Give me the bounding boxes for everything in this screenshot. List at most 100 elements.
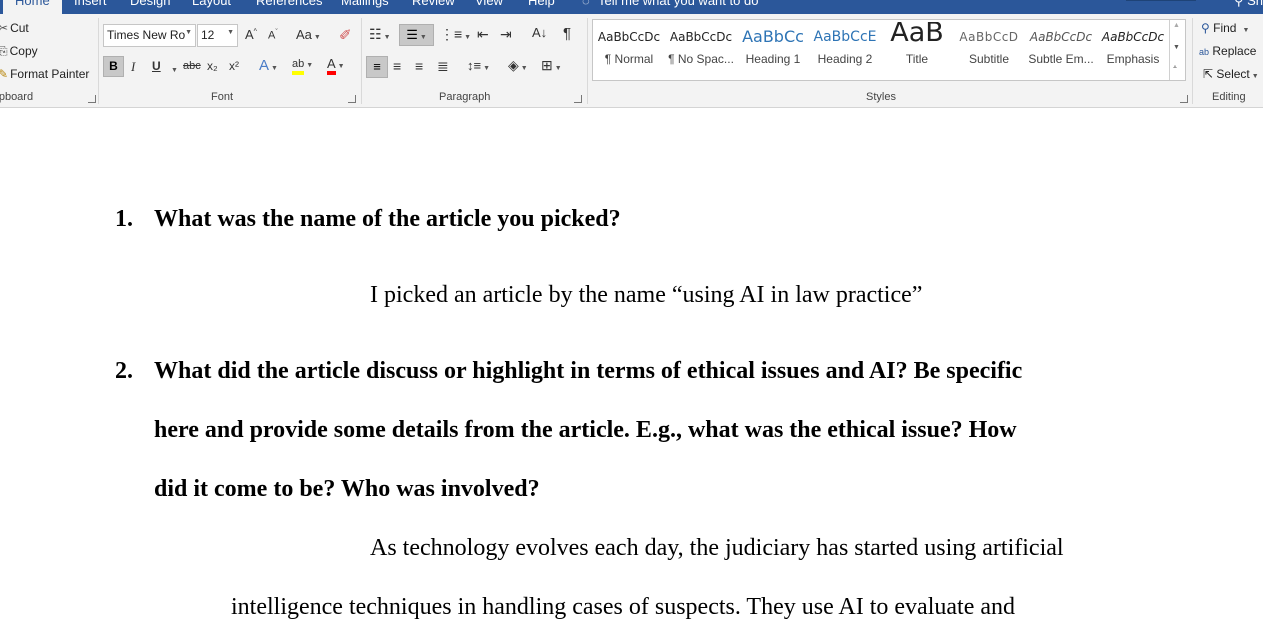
paint-bucket-icon: ◈ xyxy=(508,57,519,73)
align-center-icon: ≡ xyxy=(393,58,402,74)
tab-layout[interactable]: Layout xyxy=(192,0,231,8)
tab-help[interactable]: Help xyxy=(528,0,555,8)
show-formatting-button[interactable]: ¶ xyxy=(563,25,571,42)
style-heading-2[interactable]: AaBbCcE Heading 2 xyxy=(809,22,881,74)
text-effects-button[interactable]: A ▼ xyxy=(259,57,278,74)
tab-insert[interactable]: Insert xyxy=(74,0,107,8)
style-heading-1[interactable]: AaBbCc Heading 1 xyxy=(737,22,809,74)
style-sample: AaBbCcDc xyxy=(669,30,733,44)
borders-icon: ⊞ xyxy=(541,57,553,73)
style-name: Heading 1 xyxy=(745,52,801,66)
gallery-more-icon[interactable]: ⩡ xyxy=(1173,64,1177,72)
editing-group-label: Editing xyxy=(1212,91,1246,103)
style-subtle-emphasis[interactable]: AaBbCcDc Subtle Em... xyxy=(1025,22,1097,74)
lightbulb-icon: ◌ xyxy=(582,0,590,8)
text-effects-icon: A xyxy=(259,57,270,74)
answer-2-line-1: As technology evolves each day, the judi… xyxy=(370,535,1064,561)
underline-icon: U xyxy=(152,59,161,73)
paragraph-dialog-launcher[interactable] xyxy=(574,95,582,103)
grow-font-button[interactable]: A^ xyxy=(245,27,257,42)
italic-icon: I xyxy=(131,59,136,74)
shading-button[interactable]: ◈ ▼ xyxy=(508,57,528,74)
tab-home[interactable]: Home xyxy=(3,0,62,14)
list-number: 1. xyxy=(115,206,133,232)
tab-view[interactable]: View xyxy=(475,0,503,8)
tell-me-search[interactable]: Tell me what you want to do xyxy=(598,0,758,8)
underline-button[interactable]: U xyxy=(152,59,161,73)
font-size-select[interactable]: 12 ▼ xyxy=(197,24,238,47)
strikethrough-icon: abc xyxy=(183,60,201,72)
tab-review[interactable]: Review xyxy=(412,0,455,8)
italic-button[interactable]: I xyxy=(131,59,135,75)
align-center-button[interactable]: ≡ xyxy=(393,58,401,74)
tab-mailings[interactable]: Mailings xyxy=(341,0,389,8)
style-normal[interactable]: AaBbCcDc ¶ Normal xyxy=(593,22,665,74)
style-sample: AaB xyxy=(890,22,944,48)
group-separator xyxy=(361,18,362,104)
clear-formatting-button[interactable]: ✐ xyxy=(339,26,352,44)
align-right-button[interactable]: ≡ xyxy=(415,58,423,74)
document-page[interactable]: 1. What was the name of the article you … xyxy=(0,108,1263,638)
question-2-line-3: did it come to be? Who was involved? xyxy=(154,476,540,502)
gallery-down-arrow-icon[interactable]: ▼ xyxy=(1173,44,1180,51)
find-button[interactable]: ⚲ Find ▼ xyxy=(1201,21,1249,35)
paragraph-group-label: Paragraph xyxy=(439,91,491,103)
select-button[interactable]: ⇱ Select ▼ xyxy=(1203,67,1259,81)
superscript-button[interactable]: x² xyxy=(229,59,239,73)
question-2-line-1: What did the article discuss or highligh… xyxy=(154,358,1023,384)
style-no-spacing[interactable]: AaBbCcDc ¶ No Spac... xyxy=(665,22,737,74)
font-group-label: Font xyxy=(211,91,234,103)
question-1: What was the name of the article you pic… xyxy=(154,206,621,232)
share-button[interactable]: ⚲ Share xyxy=(1234,0,1263,9)
align-left-button[interactable]: ≡ xyxy=(366,56,388,78)
multilevel-list-button[interactable]: ⋮≡ ▼ xyxy=(440,26,471,43)
style-emphasis[interactable]: AaBbCcDc Emphasis xyxy=(1097,22,1169,74)
style-title[interactable]: AaB Title xyxy=(881,22,953,74)
justify-button[interactable]: ≣ xyxy=(437,58,449,75)
style-subtitle[interactable]: AaBbCcD Subtitle xyxy=(953,22,1025,74)
style-sample: AaBbCcE xyxy=(813,29,877,45)
line-spacing-icon: ↕≡ xyxy=(467,58,482,73)
account-box[interactable] xyxy=(1126,0,1196,1)
style-name: Title xyxy=(905,52,929,66)
decrease-indent-button[interactable]: ⇤ xyxy=(477,26,489,43)
underline-dropdown[interactable]: ▼ xyxy=(169,61,178,75)
font-family-select[interactable]: Times New Ro ▼ xyxy=(103,24,196,47)
copy-button[interactable]: ⎘ Copy xyxy=(0,44,38,59)
format-painter-button[interactable]: ✎ Format Painter xyxy=(0,67,89,81)
superscript-icon: x² xyxy=(229,59,239,73)
styles-dialog-launcher[interactable] xyxy=(1180,95,1188,103)
borders-button[interactable]: ⊞ ▼ xyxy=(541,57,562,74)
bold-icon: B xyxy=(109,59,118,73)
subscript-button[interactable]: x₂ xyxy=(207,59,218,73)
increase-indent-button[interactable]: ⇥ xyxy=(500,26,512,43)
style-sample: AaBbCcDc xyxy=(597,30,661,44)
font-color-button[interactable]: A ▼ xyxy=(327,56,345,75)
chevron-down-icon: ▼ xyxy=(1251,73,1259,80)
change-case-button[interactable]: Aa ▼ xyxy=(296,27,321,42)
find-label: Find xyxy=(1213,21,1237,35)
line-spacing-button[interactable]: ↕≡ ▼ xyxy=(467,58,490,73)
numbering-button[interactable]: ☰ ▼ xyxy=(399,24,434,46)
shrink-font-button[interactable]: Aˇ xyxy=(268,29,278,42)
tab-design[interactable]: Design xyxy=(130,0,170,8)
strikethrough-button[interactable]: abc xyxy=(183,60,201,72)
replace-icon: ab xyxy=(1199,47,1210,57)
clipboard-dialog-launcher[interactable] xyxy=(88,95,96,103)
change-case-icon: Aa xyxy=(296,27,312,42)
style-sample: AaBbCcD xyxy=(959,30,1019,44)
gallery-up-arrow-icon[interactable]: ▲ xyxy=(1173,22,1180,29)
bold-button[interactable]: B xyxy=(103,56,124,77)
select-label: Select xyxy=(1216,67,1250,81)
font-dialog-launcher[interactable] xyxy=(348,95,356,103)
highlight-color-button[interactable]: ab ▼ xyxy=(292,56,313,75)
replace-label: Replace xyxy=(1212,44,1257,58)
cut-button[interactable]: ✂ Cut xyxy=(0,21,29,35)
replace-button[interactable]: ab Replace xyxy=(1199,44,1256,58)
sort-button[interactable]: A↓ xyxy=(532,25,547,40)
tab-references[interactable]: References xyxy=(256,0,322,8)
cursor-arrow-icon: ⇱ xyxy=(1203,67,1214,81)
bullets-button[interactable]: ☷ ▼ xyxy=(369,26,391,43)
font-color-icon: A xyxy=(327,56,336,75)
answer-1: I picked an article by the name “using A… xyxy=(370,282,923,308)
